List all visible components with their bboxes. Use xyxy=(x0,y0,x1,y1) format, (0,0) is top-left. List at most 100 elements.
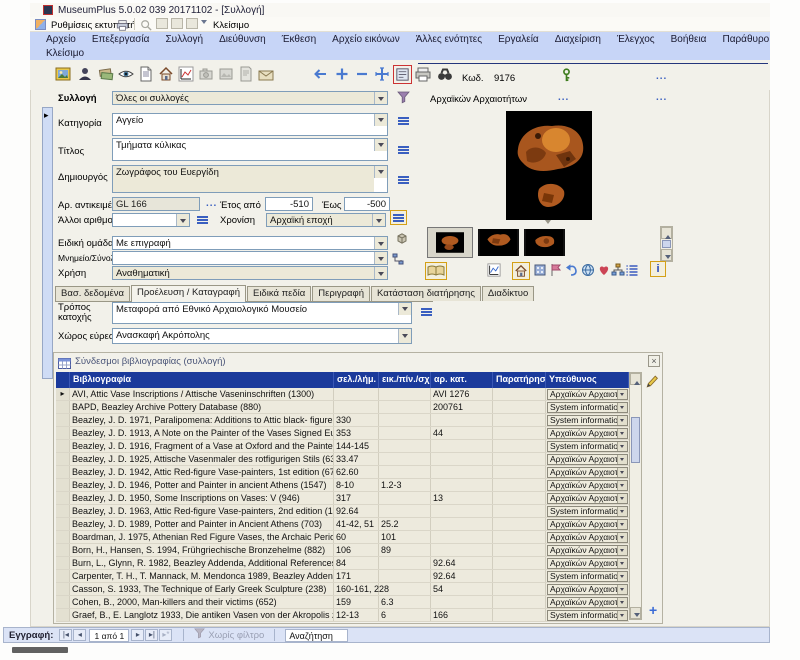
row-selector[interactable] xyxy=(56,583,70,595)
cube-icon[interactable] xyxy=(395,231,409,250)
table-row[interactable]: Casson, S. 1933, The Technique of Early … xyxy=(56,583,629,596)
table-row[interactable]: Beazley, J. D. 1971, Paralipomena: Addit… xyxy=(56,414,629,427)
collection-select[interactable]: Όλες οι συλλογές xyxy=(112,91,388,105)
chevron-down-icon[interactable] xyxy=(617,442,627,451)
menu-item[interactable]: Έλεγχος xyxy=(609,34,663,45)
chart2-icon[interactable] xyxy=(487,263,501,277)
undo-icon[interactable] xyxy=(565,263,579,277)
use-select[interactable]: Αναθηματική xyxy=(112,266,388,280)
column-header[interactable]: εικ./πίν./σχ. xyxy=(379,372,431,388)
document-icon[interactable] xyxy=(138,66,154,82)
row-selector[interactable] xyxy=(56,531,70,543)
chevron-down-icon[interactable] xyxy=(617,611,627,620)
responsible-combo[interactable]: System information xyxy=(547,610,628,621)
chevron-down-icon[interactable] xyxy=(617,520,627,529)
row-selector[interactable] xyxy=(56,492,70,504)
creator-list-icon[interactable] xyxy=(397,174,410,185)
chevron-down-icon[interactable] xyxy=(617,429,627,438)
tab-4[interactable]: Περιγραφή xyxy=(312,286,370,301)
row-selector[interactable] xyxy=(56,609,70,621)
title-select[interactable]: Τμήματα κύλικας xyxy=(112,138,388,161)
record-more-button[interactable]: ... xyxy=(656,71,667,82)
chevron-down-icon[interactable] xyxy=(374,92,387,104)
table-row[interactable]: Beazley, J. D. 1913, A Note on the Paint… xyxy=(56,427,629,440)
row-selector[interactable] xyxy=(56,466,70,478)
responsible-combo[interactable]: Αρχαϊκών Αρχαιοτήτων xyxy=(547,454,628,465)
table-row[interactable]: ▸AVI, Attic Vase Inscriptions / Attische… xyxy=(56,388,629,401)
list-icon[interactable] xyxy=(625,263,639,277)
person-icon[interactable] xyxy=(77,66,93,82)
row-selector[interactable] xyxy=(56,544,70,556)
responsible-combo[interactable]: Αρχαϊκών Αρχαιοτήτων xyxy=(547,597,628,608)
responsible-combo[interactable]: System information xyxy=(547,402,628,413)
chevron-down-icon[interactable] xyxy=(372,214,385,226)
search-box[interactable]: Αναζήτηση xyxy=(285,629,347,642)
record-position[interactable]: 1 από 1 xyxy=(89,629,129,642)
table-scrollbar[interactable] xyxy=(629,372,642,620)
favorite-icon[interactable] xyxy=(597,263,611,277)
lock-key-icon[interactable] xyxy=(560,68,573,88)
dating-select[interactable]: Αρχαϊκή εποχή xyxy=(266,213,386,227)
filter-status[interactable]: Χωρίς φίλτρο xyxy=(208,630,264,641)
responsible-combo[interactable]: System information xyxy=(547,506,628,517)
object-number-more-button[interactable]: ... xyxy=(206,198,217,209)
column-header[interactable]: Υπεύθυνος xyxy=(546,372,629,388)
chevron-down-icon[interactable] xyxy=(374,166,387,178)
responsible-combo[interactable]: Αρχαϊκών Αρχαιοτήτων xyxy=(547,389,628,400)
creator-select[interactable]: Ζωγράφος του Ευεργίδη xyxy=(112,165,388,193)
chevron-down-icon[interactable] xyxy=(617,507,627,516)
edit-pencil-icon[interactable] xyxy=(645,374,658,394)
other-numbers-list-icon[interactable] xyxy=(196,214,209,225)
chevron-down-icon[interactable] xyxy=(617,468,627,477)
responsible-combo[interactable]: Αρχαϊκών Αρχαιοτήτων xyxy=(547,467,628,478)
add-row-button[interactable]: + xyxy=(649,602,657,618)
globe-icon[interactable] xyxy=(581,263,595,277)
row-selector[interactable]: ▸ xyxy=(56,388,70,400)
responsible-combo[interactable]: System information xyxy=(547,441,628,452)
flag-icon[interactable] xyxy=(549,263,563,277)
menu-item[interactable]: Διεύθυνση xyxy=(211,34,274,45)
info-icon[interactable]: i xyxy=(650,261,666,277)
title-list-icon[interactable] xyxy=(397,144,410,155)
close-icon[interactable]: × xyxy=(648,355,660,367)
first-record-button[interactable]: |◂ xyxy=(59,629,72,641)
category-select[interactable]: Αγγείο xyxy=(112,113,388,136)
table-row[interactable]: BAPD, Beazley Archive Pottery Database (… xyxy=(56,401,629,414)
tab-5[interactable]: Κατάσταση διατήρησης xyxy=(371,286,481,301)
table-row[interactable]: Burn, L., Glynn, R. 1982, Beazley Addend… xyxy=(56,557,629,570)
thumbnail-1-selected[interactable] xyxy=(427,227,473,258)
chevron-down-icon[interactable] xyxy=(617,403,627,412)
chevron-down-icon[interactable] xyxy=(617,533,627,542)
chevron-down-icon[interactable] xyxy=(374,252,387,264)
menu-item[interactable]: Έκθεση xyxy=(274,34,324,45)
row-selector[interactable] xyxy=(56,453,70,465)
prev-record-button[interactable]: ◂ xyxy=(73,629,86,641)
system-menu-icon[interactable] xyxy=(35,19,46,30)
chevron-down-icon[interactable] xyxy=(617,494,627,503)
thumbnail-2[interactable] xyxy=(478,229,519,256)
row-selector[interactable] xyxy=(56,414,70,426)
provenance-list-icon[interactable] xyxy=(420,306,433,317)
payments-icon[interactable] xyxy=(98,66,114,82)
record-selector-strip[interactable] xyxy=(42,107,53,379)
table-row[interactable]: Beazley, J. D. 1989, Potter and Painter … xyxy=(56,518,629,531)
hierarchy-small-icon[interactable] xyxy=(392,252,404,270)
next-record-button[interactable]: ▸ xyxy=(131,629,144,641)
row-selector[interactable] xyxy=(56,440,70,452)
thumbnail-3[interactable] xyxy=(524,229,565,256)
responsible-combo[interactable]: Αρχαϊκών Αρχαιοτήτων xyxy=(547,493,628,504)
responsible-combo[interactable]: System information xyxy=(547,415,628,426)
table-row[interactable]: Beazley, J. D. 1916, Fragment of a Vase … xyxy=(56,440,629,453)
chevron-down-icon[interactable] xyxy=(398,303,411,315)
chevron-down-icon[interactable] xyxy=(617,390,627,399)
chevron-down-icon[interactable] xyxy=(617,585,627,594)
new-record-button[interactable]: ▸* xyxy=(159,629,172,641)
menu-item[interactable]: Βοήθεια xyxy=(663,34,715,45)
table-row[interactable]: Beazley, J. D. 1942, Attic Red-figure Va… xyxy=(56,466,629,479)
responsible-combo[interactable]: Αρχαϊκών Αρχαιοτήτων xyxy=(547,558,628,569)
responsible-combo[interactable]: Αρχαϊκών Αρχαιοτήτων xyxy=(547,532,628,543)
responsible-combo[interactable]: Αρχαϊκών Αρχαιοτήτων xyxy=(547,519,628,530)
menu-item[interactable]: Επεξεργασία xyxy=(84,34,158,45)
chevron-down-icon[interactable] xyxy=(617,559,627,568)
year-from-field[interactable]: -510 xyxy=(265,197,313,211)
